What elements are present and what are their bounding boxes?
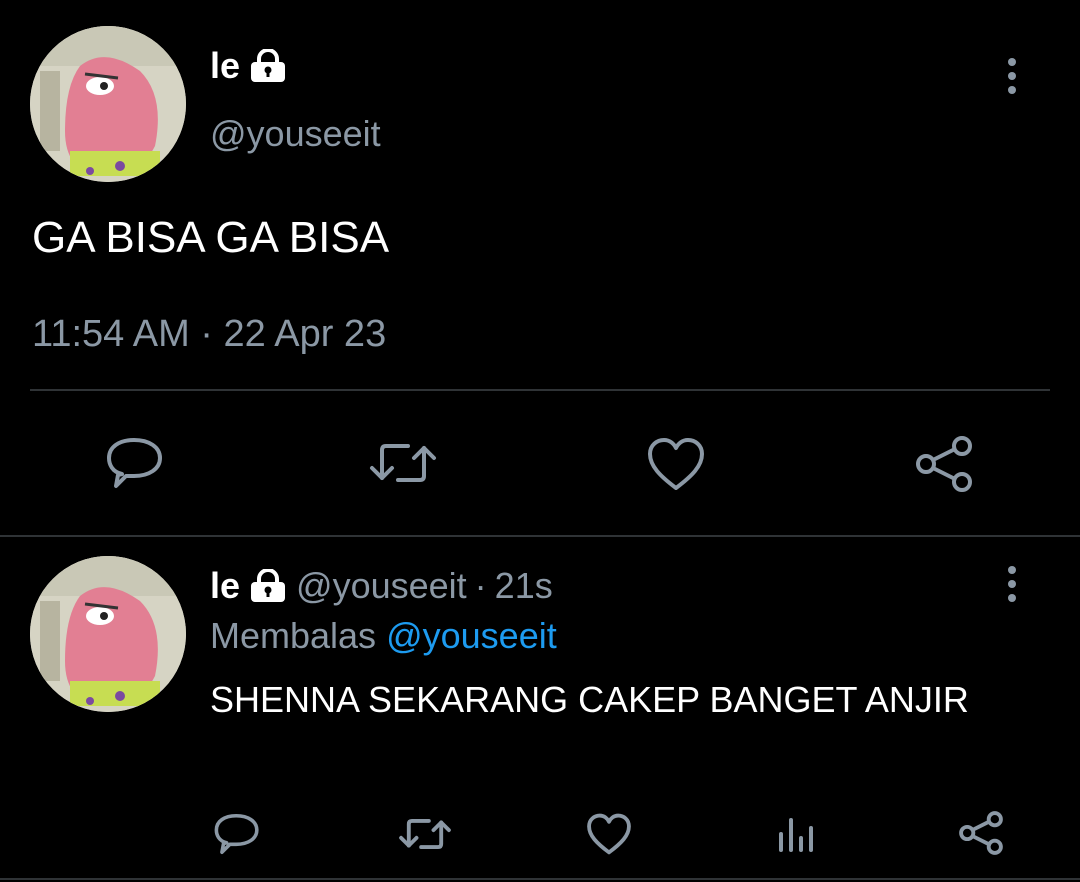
section-divider [0, 535, 1080, 537]
display-name[interactable]: le [210, 46, 288, 86]
reply-display-name[interactable]: le [210, 566, 288, 606]
reply-header: le @youseeit · 21s [210, 566, 553, 606]
share-icon[interactable] [914, 434, 974, 494]
reply-age[interactable]: 21s [495, 566, 553, 606]
replying-to-mention[interactable]: @youseeit [386, 615, 557, 656]
lock-icon [248, 49, 288, 83]
avatar-image [30, 26, 186, 182]
tweet-date: 22 Apr 23 [223, 313, 387, 355]
like-icon[interactable] [586, 812, 632, 856]
bottom-divider [0, 878, 1080, 880]
share-icon[interactable] [958, 810, 1004, 856]
like-icon[interactable] [646, 436, 706, 492]
retweet-icon[interactable] [368, 438, 438, 488]
more-options-icon[interactable] [1008, 566, 1016, 602]
retweet-icon[interactable] [398, 814, 452, 854]
display-name-text: le [210, 45, 241, 86]
more-options-icon[interactable] [1008, 58, 1016, 94]
divider [30, 389, 1050, 391]
reply-handle[interactable]: @youseeit [296, 566, 467, 606]
reply-text: SHENNA SEKARANG CAKEP BANGET ANJIR [210, 679, 969, 720]
replying-to-label: Membalas [210, 615, 377, 656]
avatar[interactable] [30, 26, 186, 182]
reply-icon[interactable] [214, 812, 260, 856]
reply-avatar[interactable] [30, 556, 186, 712]
tweet-timestamp[interactable]: 11:54 AM · 22 Apr 23 [32, 312, 386, 356]
separator-dot: · [200, 313, 213, 355]
tweet-text: GA BISA GA BISA [32, 213, 390, 262]
avatar-image [30, 556, 186, 712]
handle[interactable]: @youseeit [210, 114, 381, 154]
lock-icon [248, 569, 288, 603]
views-icon[interactable] [776, 814, 816, 854]
reply-icon[interactable] [106, 436, 164, 490]
tweet-time: 11:54 AM [32, 313, 190, 355]
separator-dot: · [474, 565, 487, 606]
replying-to: Membalas @youseeit [210, 616, 557, 656]
reply-display-name-text: le [210, 565, 241, 606]
